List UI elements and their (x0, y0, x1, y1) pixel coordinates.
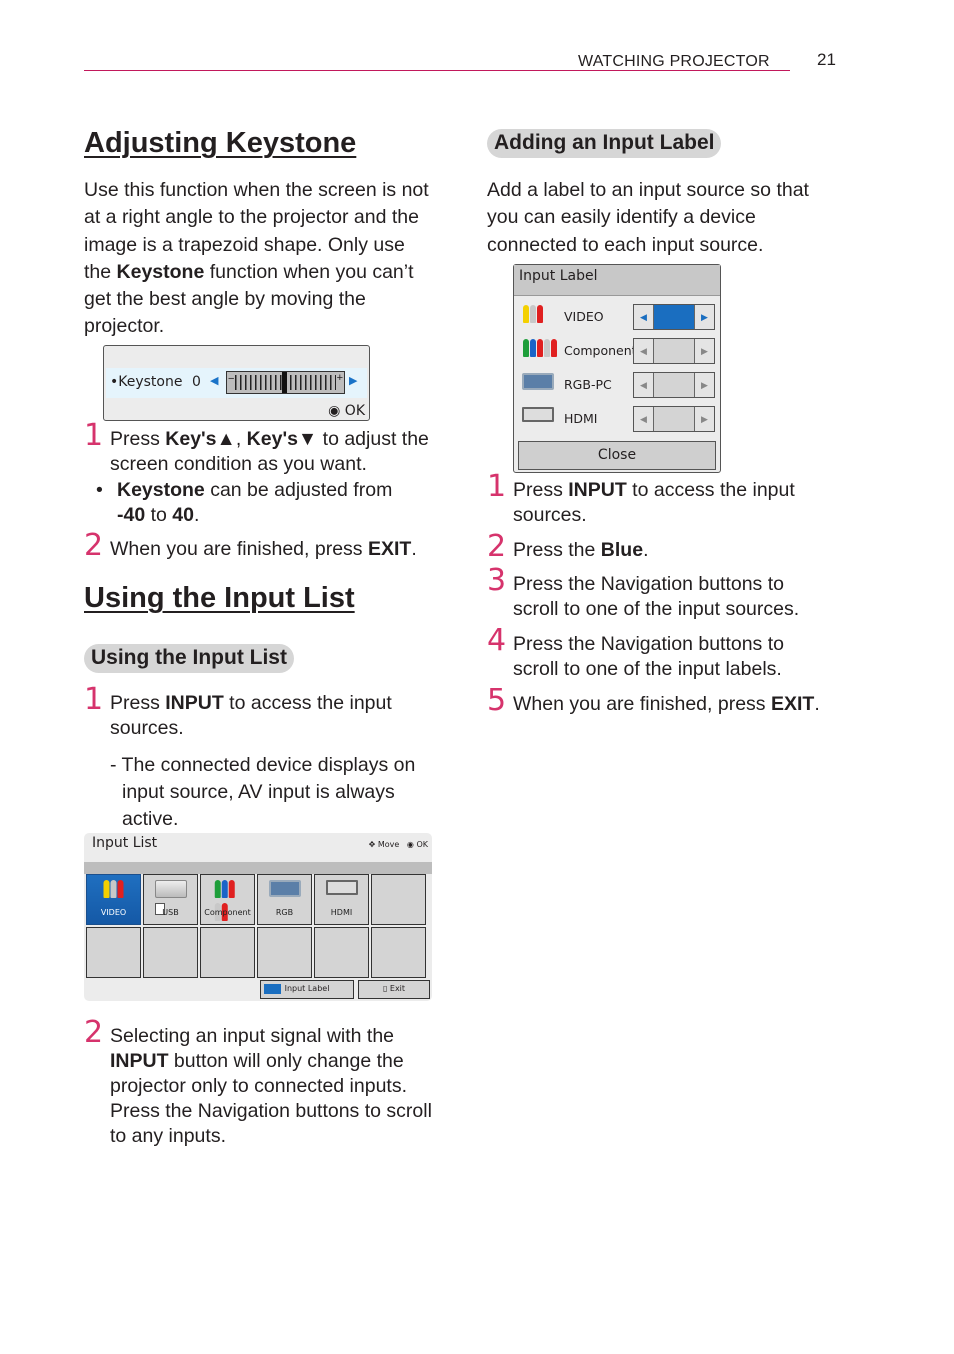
keystone-intro: Use this function when the screen is not… (84, 179, 429, 338)
rca-video-icon (522, 305, 543, 328)
input-cell-hdmi[interactable]: HDMI (314, 874, 369, 925)
component-icon (214, 880, 241, 926)
input-list-band (84, 862, 432, 874)
blue-key-icon (264, 984, 281, 994)
subsection-title-input-label: Adding an Input Label (487, 129, 722, 158)
input-cell-label: USB (162, 908, 179, 917)
label-selector[interactable]: ◀ ▶ (633, 338, 715, 364)
label-selector[interactable]: ◀ ▶ (633, 304, 715, 330)
keystone-step-2: 2 When you are finished, press EXIT. (84, 528, 417, 563)
bullet-icon: • (96, 479, 103, 501)
input-label-osd-title-bar: Input Label (514, 265, 720, 296)
input-cell-label: VIDEO (100, 908, 127, 917)
input-cell-empty[interactable] (200, 927, 255, 978)
rca-video-icon (103, 880, 124, 903)
arrow-left-icon[interactable]: ◀ (210, 374, 218, 387)
arrow-left-icon[interactable]: ◀ (634, 407, 654, 431)
input-cell-empty[interactable] (371, 874, 426, 925)
keystone-osd-value: 0 (192, 374, 201, 390)
close-button[interactable]: Close (518, 441, 716, 470)
label-value (654, 339, 694, 363)
input-label-step-1: 1 Press INPUT to access the input sources… (487, 469, 795, 527)
input-label-button[interactable]: Input Label (260, 980, 354, 999)
label-value (654, 407, 694, 431)
ok-hint: ◉ OK (328, 403, 365, 419)
exit-button[interactable]: ▯ Exit (358, 980, 430, 999)
label-value (654, 373, 694, 397)
subsection-title-input-list: Using the Input List (84, 644, 294, 673)
ok-button-icon: ◉ (328, 403, 341, 419)
input-label-step-4: 4 Press the Navigation buttons to scroll … (487, 623, 784, 681)
keystone-osd-row[interactable]: •Keystone 0 ◀ − + ▶ (106, 368, 367, 398)
input-cell-label: RGB (275, 908, 294, 917)
plus-icon: + (336, 372, 343, 384)
arrow-right-icon[interactable]: ▶ (694, 339, 714, 363)
label-row-name: Component (564, 343, 637, 358)
ok-button-icon: ◉ (406, 840, 414, 849)
input-list-osd-title: Input List (92, 835, 158, 851)
exit-icon: ▯ (382, 984, 388, 993)
arrow-left-icon[interactable]: ◀ (634, 305, 654, 329)
label-row-name: RGB-PC (564, 377, 612, 392)
minus-icon: − (228, 373, 235, 385)
input-cell-usb[interactable]: USB (143, 874, 198, 925)
input-list-hints: ✥ Move ◉ OK (368, 840, 428, 849)
move-icon: ✥ (368, 840, 376, 849)
label-value (654, 305, 694, 329)
hdmi-icon (522, 407, 554, 427)
component-icon (522, 339, 557, 362)
input-cell-empty[interactable] (257, 927, 312, 978)
keystone-step-1: 1 Press Key's▲, Key's▼ to adjust the scr… (84, 418, 429, 476)
keystone-slider[interactable]: − + (226, 371, 345, 394)
input-label-step-3: 3 Press the Navigation buttons to scroll … (487, 563, 800, 621)
arrow-right-icon[interactable]: ▶ (694, 407, 714, 431)
arrow-right-icon[interactable]: ▶ (694, 305, 714, 329)
input-cell-label: HDMI (330, 908, 353, 917)
input-cell-video[interactable]: VIDEO (86, 874, 141, 925)
vga-icon (522, 373, 554, 395)
arrow-right-icon[interactable]: ▶ (349, 374, 357, 387)
section-title-keystone: Adjusting Keystone (84, 127, 357, 159)
input-cell-empty[interactable] (314, 927, 369, 978)
label-row-name: VIDEO (564, 309, 604, 324)
vga-icon (268, 880, 301, 902)
page-number: 21 (817, 50, 836, 69)
arrow-left-icon[interactable]: ◀ (634, 339, 654, 363)
keystone-range-note: • Keystone can be adjusted from -40 to 4… (96, 479, 393, 526)
input-cell-empty[interactable] (86, 927, 141, 978)
label-row-component[interactable]: Component ◀ ▶ (514, 337, 720, 365)
section-title-input-list: Using the Input List (84, 582, 355, 614)
arrow-right-icon[interactable]: ▶ (694, 373, 714, 397)
input-cell-empty[interactable] (143, 927, 198, 978)
input-label-intro: Add a label to an input source so that y… (487, 179, 809, 256)
hdmi-icon (325, 880, 358, 900)
input-list-step-1: 1 Press INPUT to access the input source… (84, 685, 434, 833)
input-grid: VIDEO USB Component RGB HDMI (86, 874, 431, 978)
label-row-name: HDMI (564, 411, 598, 426)
slider-knob[interactable] (282, 372, 287, 393)
input-cell-empty[interactable] (371, 927, 426, 978)
input-list-osd: Input List ✥ Move ◉ OK VIDEO USB Component… (84, 833, 432, 1001)
input-list-subnote: - The connected device displays on input… (110, 754, 416, 830)
keystone-osd-label: •Keystone (110, 374, 183, 390)
header-rule (84, 70, 790, 71)
input-cell-component[interactable]: Component (200, 874, 255, 925)
input-label-step-2: 2 Press the Blue. (487, 529, 649, 564)
label-row-rgb-pc[interactable]: RGB-PC ◀ ▶ (514, 371, 720, 399)
running-header-section: WATCHING PROJECTOR (578, 53, 770, 70)
label-selector[interactable]: ◀ ▶ (633, 372, 715, 398)
input-cell-rgb[interactable]: RGB (257, 874, 312, 925)
input-label-osd: Input Label VIDEO ◀ ▶ Component ◀ ▶ RGB-… (513, 264, 721, 473)
arrow-left-icon[interactable]: ◀ (634, 373, 654, 397)
input-cell-label: Component (204, 908, 251, 917)
keystone-osd: •Keystone 0 ◀ − + ▶ ◉ OK (103, 345, 370, 421)
input-list-step-2: 2 Selecting an input signal with the INP… (84, 1015, 432, 1148)
label-row-hdmi[interactable]: HDMI ◀ ▶ (514, 405, 720, 433)
label-selector[interactable]: ◀ ▶ (633, 406, 715, 432)
input-label-step-5: 5 When you are finished, press EXIT. (487, 683, 820, 718)
label-row-video[interactable]: VIDEO ◀ ▶ (514, 303, 720, 331)
